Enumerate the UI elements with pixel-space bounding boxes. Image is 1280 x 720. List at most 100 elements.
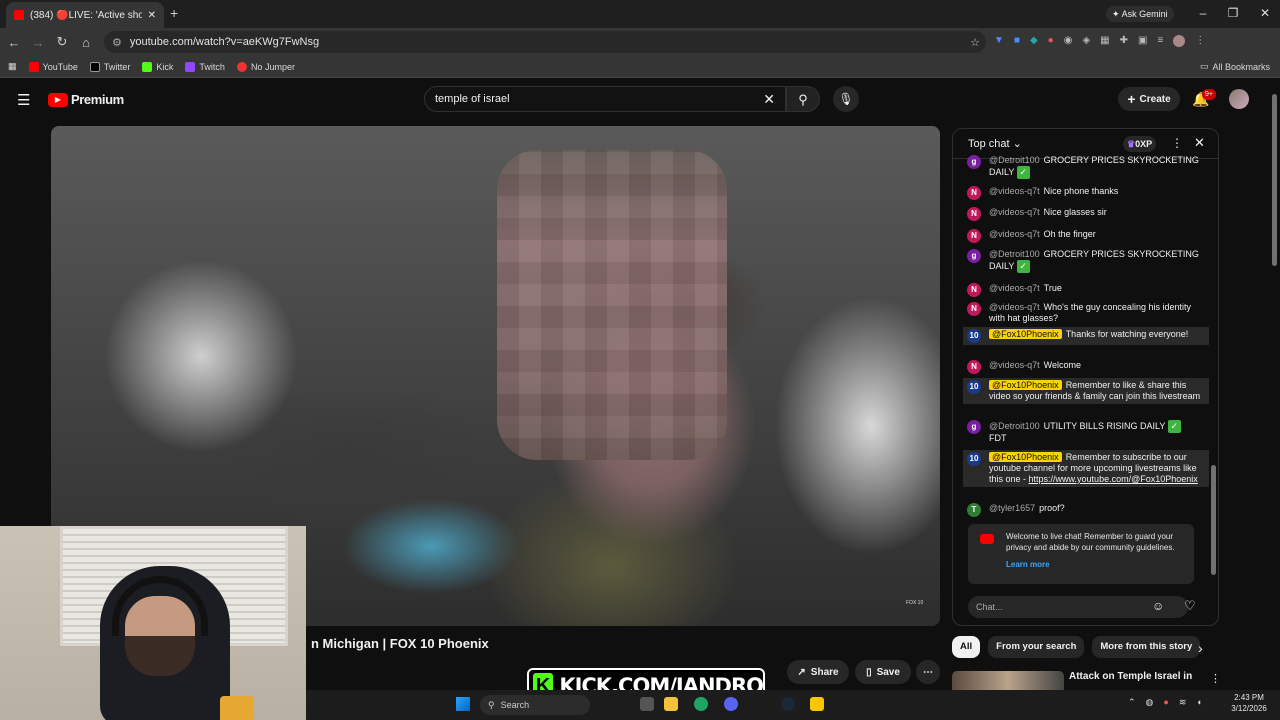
chat-scroll-thumb[interactable]	[1211, 465, 1216, 575]
youtube-logo[interactable]: ▶ Premium	[48, 92, 124, 107]
search-input[interactable]: temple of israel ✕	[424, 86, 786, 112]
minimize-button[interactable]: –	[1188, 6, 1218, 20]
taskbar-search[interactable]: ⚲ Search	[480, 695, 590, 715]
chat-link[interactable]: https://www.youtube.com/@Fox10Phoenix	[1029, 474, 1198, 484]
steam-icon[interactable]	[781, 697, 795, 711]
emoji-icon[interactable]: ☺	[1152, 599, 1164, 613]
chat-welcome-notice: Welcome to live chat! Remember to guard …	[968, 524, 1194, 584]
chat-avatar: N	[967, 360, 981, 374]
puzzle-icon[interactable]: ✚	[1120, 35, 1128, 47]
share-label: Share	[810, 666, 839, 678]
bookmark-twitch[interactable]: Twitch	[185, 61, 225, 72]
related-video-thumbnail[interactable]	[952, 671, 1064, 690]
bookmark-star-icon[interactable]: ☆	[970, 36, 980, 49]
page-scrollbar[interactable]	[1272, 94, 1277, 266]
close-chat-icon[interactable]: ✕	[1194, 135, 1205, 151]
extension-icon[interactable]: ◉	[1064, 35, 1073, 47]
chevron-right-icon[interactable]: ›	[1198, 640, 1203, 656]
close-window-button[interactable]: ✕	[1250, 6, 1280, 20]
chat-message: g @Detroit100 UTILITY BILLS RISING DAILY …	[967, 420, 1207, 444]
tray-chevron-icon[interactable]: ⌃	[1128, 697, 1136, 708]
profile-avatar[interactable]	[1173, 35, 1186, 47]
extension-icon[interactable]: ◈	[1082, 35, 1090, 47]
menu-lines-icon[interactable]: ≡	[1157, 35, 1163, 47]
all-bookmarks-button[interactable]: ▭ All Bookmarks	[1200, 61, 1270, 72]
ask-gemini-label: Ask Gemini	[1121, 9, 1168, 19]
discord-icon[interactable]	[724, 697, 738, 711]
bookmark-twitter[interactable]: Twitter	[89, 61, 131, 72]
bookmark-label: Twitch	[199, 61, 225, 72]
forward-icon[interactable]: →	[26, 35, 50, 50]
ask-gemini-button[interactable]: ✦ Ask Gemini	[1106, 6, 1174, 22]
app-icon[interactable]	[810, 697, 824, 711]
create-button[interactable]: + Create	[1118, 87, 1180, 111]
menu-hamburger-icon[interactable]: ☰	[17, 91, 30, 109]
extension-icon[interactable]: ◆	[1030, 35, 1038, 47]
chat-avatar: N	[967, 207, 981, 221]
more-actions-button[interactable]: ⋯	[916, 660, 940, 684]
extension-icon[interactable]: ●	[1048, 35, 1054, 47]
browser-tab[interactable]: (384) 🔴LIVE: 'Active shoo ✕	[6, 2, 164, 28]
account-avatar[interactable]	[1229, 89, 1249, 109]
chat-author: @videos-q7t	[989, 360, 1040, 370]
bookmark-nojumper[interactable]: No Jumper	[236, 61, 295, 72]
chip-more-from-this-story[interactable]: More from this story	[1092, 636, 1201, 658]
chat-more-icon[interactable]: ⋮	[1171, 136, 1183, 150]
taskbar-clock[interactable]: 2:43 PM 3/12/2026	[1224, 692, 1274, 714]
home-icon[interactable]: ⌂	[74, 35, 98, 50]
bookmark-label: Twitter	[103, 61, 131, 72]
save-button[interactable]: ▯ Save	[855, 660, 911, 684]
xp-badge[interactable]: ♛0XP	[1123, 136, 1157, 152]
bookmark-label: Kick	[156, 61, 174, 72]
reload-icon[interactable]: ↻	[50, 34, 74, 50]
extension-icon[interactable]: ▼	[994, 35, 1004, 47]
clock-date: 3/12/2026	[1231, 704, 1267, 713]
crown-icon: ♛	[1127, 139, 1136, 149]
apps-grid-icon[interactable]: ▦	[8, 61, 17, 72]
site-info-icon[interactable]: ⚙	[112, 36, 122, 49]
extension-icon[interactable]: ▦	[1100, 35, 1109, 47]
chat-scrollbar[interactable]	[1211, 160, 1216, 580]
chat-author-badge: @Fox10Phoenix	[989, 329, 1062, 339]
search-button[interactable]: ⚲	[786, 86, 820, 112]
extension-icon[interactable]: ■	[1014, 35, 1020, 47]
x-icon	[89, 61, 100, 72]
chrome-icon[interactable]	[694, 697, 708, 711]
tray-app-icon[interactable]: ◍	[1146, 697, 1154, 708]
extensions-area: ▼ ■ ◆ ● ◉ ◈ ▦ ✚ ▣ ≡ ⋮	[994, 35, 1205, 47]
chat-text: UTILITY BILLS RISING DAILY	[1043, 420, 1166, 431]
address-bar[interactable]: ⚙ youtube.com/watch?v=aeKWg7FwNsg ☆	[104, 31, 986, 53]
voice-search-button[interactable]: 🎙	[833, 86, 859, 112]
folder-icon: ▭	[1199, 61, 1209, 71]
share-button[interactable]: ↗ Share	[787, 660, 849, 684]
chat-message: N @videos-q7t True	[967, 283, 1207, 297]
share-icon: ↗	[797, 666, 806, 678]
chip-all[interactable]: All	[952, 636, 981, 658]
new-tab-button[interactable]: +	[170, 5, 178, 21]
heart-icon[interactable]: ♡	[1184, 598, 1196, 614]
maximize-button[interactable]: ❐	[1218, 6, 1248, 20]
wifi-icon[interactable]: ≋	[1179, 697, 1187, 708]
clear-search-icon[interactable]: ✕	[763, 91, 775, 108]
close-tab-icon[interactable]: ✕	[148, 10, 156, 21]
chat-text: Nice glasses sir	[1043, 207, 1107, 217]
file-explorer-icon[interactable]	[664, 697, 678, 711]
back-icon[interactable]: ←	[2, 35, 26, 50]
sidebar-icon[interactable]: ▣	[1138, 35, 1147, 47]
bookmark-youtube[interactable]: YouTube	[28, 61, 78, 72]
chat-avatar: N	[967, 283, 981, 297]
bookmark-kick[interactable]: Kick	[142, 61, 174, 72]
clock-time: 2:43 PM	[1234, 693, 1264, 702]
chat-mode-dropdown[interactable]: Top chat ⌄	[968, 137, 1022, 150]
mic-icon[interactable]: ●	[1163, 697, 1168, 708]
related-more-icon[interactable]: ⋮	[1210, 672, 1221, 685]
learn-more-link[interactable]: Learn more	[1006, 559, 1050, 570]
more-vert-icon[interactable]: ⋮	[1195, 35, 1205, 47]
task-view-icon[interactable]	[640, 697, 654, 711]
chip-from-your-search[interactable]: From your search	[988, 636, 1085, 658]
windows-start-icon[interactable]	[456, 697, 470, 711]
search-icon: ⚲	[488, 699, 495, 710]
related-video-title[interactable]: Attack on Temple Israel in	[1069, 671, 1192, 682]
chat-avatar: N	[967, 302, 981, 316]
volume-icon[interactable]: ◖	[1196, 697, 1201, 708]
